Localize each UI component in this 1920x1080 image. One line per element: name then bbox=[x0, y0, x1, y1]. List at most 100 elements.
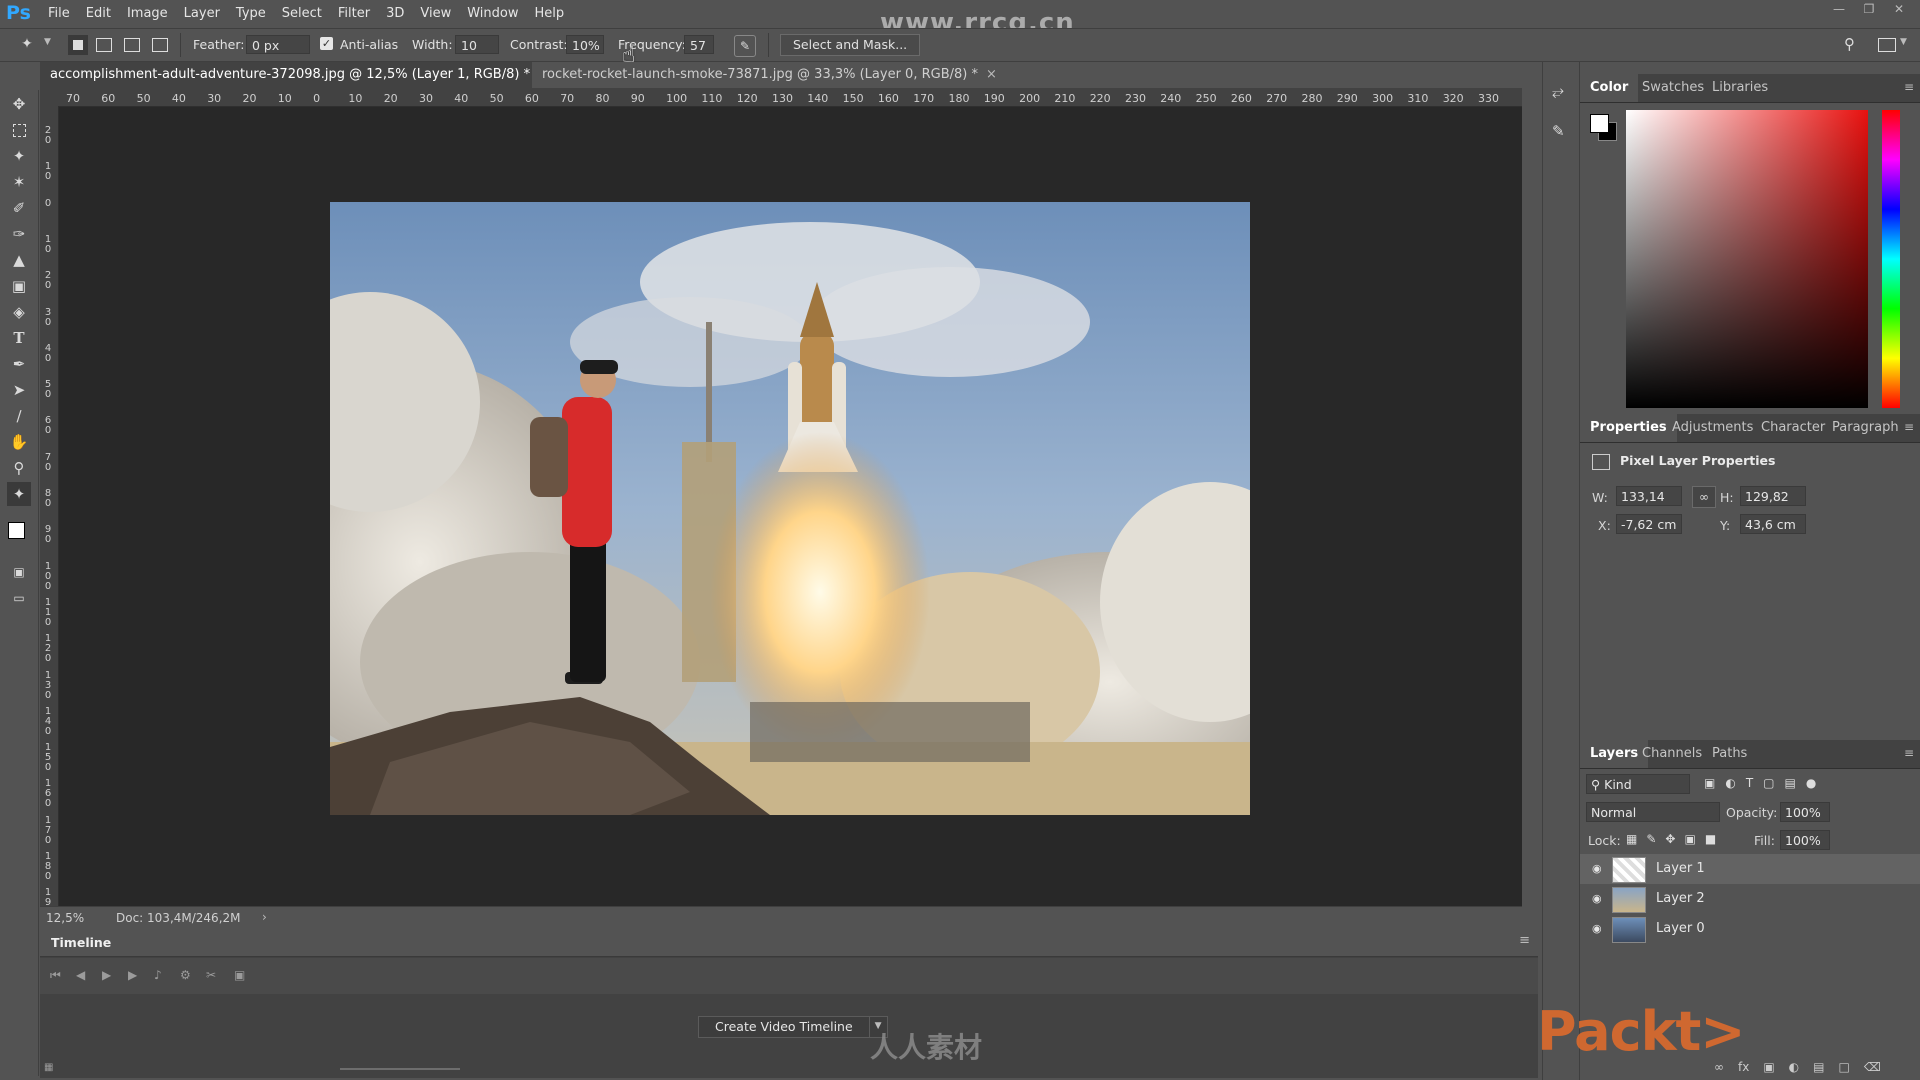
tab-adjustments[interactable]: Adjustments bbox=[1662, 414, 1763, 442]
zoom-slider[interactable] bbox=[340, 1068, 460, 1070]
screen-mode-icon[interactable]: ▭ bbox=[7, 586, 31, 610]
opacity-field[interactable]: 100% bbox=[1780, 802, 1830, 822]
layer-row[interactable]: ◉ Layer 0 bbox=[1580, 914, 1920, 944]
height-field[interactable]: 129,82 cm bbox=[1740, 486, 1806, 524]
close-icon[interactable]: ✕ bbox=[1884, 0, 1914, 20]
search-icon[interactable]: ⚲ bbox=[1844, 35, 1855, 53]
visibility-eye-icon[interactable]: ◉ bbox=[1592, 922, 1606, 936]
tab-document-1[interactable]: accomplishment-adult-adventure-372098.jp… bbox=[40, 62, 559, 88]
paint-bucket-tool-icon[interactable]: ◈ bbox=[7, 300, 31, 324]
contrast-field[interactable]: 10% bbox=[566, 35, 604, 54]
filter-toggle-icon[interactable]: ● bbox=[1806, 776, 1816, 790]
hand-tool-icon[interactable]: ✋ bbox=[7, 430, 31, 454]
marquee-tool-icon[interactable] bbox=[7, 118, 31, 142]
lock-transparent-icon[interactable]: ▦ bbox=[1626, 832, 1637, 846]
panel-menu-icon[interactable]: ≡ bbox=[1904, 746, 1914, 760]
stamp-tool-icon[interactable]: ▲ bbox=[7, 248, 31, 272]
history-icon[interactable]: ⥂ bbox=[1552, 82, 1564, 100]
line-tool-icon[interactable]: ∕ bbox=[7, 404, 31, 428]
width-field[interactable]: 133,14 cm bbox=[1616, 486, 1682, 524]
filter-pixel-icon[interactable]: ▣ bbox=[1704, 776, 1715, 790]
tab-paths[interactable]: Paths bbox=[1702, 740, 1757, 768]
status-menu-arrow[interactable]: › bbox=[262, 910, 267, 924]
first-frame-icon[interactable]: ⏮ bbox=[50, 968, 61, 983]
tab-paragraph[interactable]: Paragraph bbox=[1822, 414, 1909, 442]
eraser-tool-icon[interactable]: ▣ bbox=[7, 274, 31, 298]
split-scissors-icon[interactable]: ✂ bbox=[206, 968, 216, 982]
color-picker-field[interactable] bbox=[1626, 110, 1868, 408]
adjustment-layer-icon[interactable]: ◐ bbox=[1789, 1060, 1799, 1074]
minimize-icon[interactable]: — bbox=[1824, 0, 1854, 20]
path-selection-tool-icon[interactable]: ➤ bbox=[7, 378, 31, 402]
new-layer-icon[interactable]: □ bbox=[1839, 1060, 1850, 1074]
chevron-down-icon[interactable]: ▼ bbox=[1900, 37, 1907, 47]
type-tool-icon[interactable]: T bbox=[7, 326, 31, 350]
hue-slider[interactable] bbox=[1882, 110, 1900, 408]
menu-image[interactable]: Image bbox=[119, 6, 176, 21]
menu-view[interactable]: View bbox=[412, 6, 459, 21]
blend-mode-select[interactable]: Normal bbox=[1586, 802, 1720, 822]
feather-field[interactable]: 0 px bbox=[246, 35, 310, 54]
filter-adjustment-icon[interactable]: ◐ bbox=[1725, 776, 1735, 790]
frequency-field[interactable]: 57 bbox=[684, 35, 714, 54]
audio-icon[interactable]: ♪ bbox=[154, 968, 162, 982]
settings-gear-icon[interactable]: ⚙ bbox=[180, 968, 191, 982]
pen-tool-icon[interactable]: ✒ bbox=[7, 352, 31, 376]
lock-position-icon[interactable]: ✥ bbox=[1665, 832, 1675, 846]
lock-pixels-icon[interactable]: ✎ bbox=[1646, 832, 1656, 846]
play-icon[interactable]: ▶ bbox=[102, 968, 111, 982]
tab-document-2[interactable]: rocket-rocket-launch-smoke-73871.jpg @ 3… bbox=[532, 62, 1007, 88]
menu-window[interactable]: Window bbox=[459, 6, 526, 21]
width-field[interactable]: 10 px bbox=[455, 35, 499, 72]
menu-help[interactable]: Help bbox=[527, 6, 573, 21]
close-icon[interactable]: × bbox=[986, 67, 997, 82]
document-image[interactable] bbox=[330, 202, 1250, 815]
lasso-tool-icon[interactable]: ✦ bbox=[7, 144, 31, 168]
chevron-down-icon[interactable]: ▼ bbox=[44, 37, 51, 47]
move-tool-icon[interactable]: ✥ bbox=[7, 92, 31, 116]
delete-layer-icon[interactable]: ⌫ bbox=[1864, 1060, 1881, 1074]
tab-libraries[interactable]: Libraries bbox=[1702, 74, 1778, 102]
filter-smart-object-icon[interactable]: ▤ bbox=[1785, 776, 1796, 790]
tab-color[interactable]: Color bbox=[1580, 74, 1639, 102]
tab-channels[interactable]: Channels bbox=[1632, 740, 1712, 768]
menu-layer[interactable]: Layer bbox=[176, 6, 228, 21]
previous-frame-icon[interactable]: ◀ bbox=[76, 968, 85, 982]
stylus-pressure-icon[interactable]: ✎ bbox=[734, 35, 756, 57]
panel-menu-icon[interactable]: ≡ bbox=[1904, 80, 1914, 94]
eyedropper-tool-icon[interactable]: ✐ bbox=[7, 196, 31, 220]
link-icon[interactable]: ∞ bbox=[1692, 486, 1716, 508]
panel-menu-icon[interactable]: ≡ bbox=[1519, 933, 1530, 948]
antialias-checkbox[interactable]: ✓ bbox=[320, 37, 333, 50]
lock-artboard-icon[interactable]: ▣ bbox=[1684, 832, 1695, 846]
magnetic-lasso-icon[interactable]: ✦ bbox=[18, 35, 36, 53]
fill-field[interactable]: 100% bbox=[1780, 830, 1830, 850]
brush-tool-icon[interactable]: ✑ bbox=[7, 222, 31, 246]
create-video-timeline-button[interactable]: Create Video Timeline bbox=[698, 1016, 870, 1038]
workspace-icon[interactable] bbox=[1878, 38, 1896, 52]
color-foreground-swatch[interactable] bbox=[1590, 114, 1609, 133]
next-frame-icon[interactable]: ▶ bbox=[128, 968, 137, 982]
zoom-tool-icon[interactable]: ⚲ bbox=[7, 456, 31, 480]
menu-type[interactable]: Type bbox=[228, 6, 274, 21]
filter-type-icon[interactable]: T bbox=[1746, 776, 1753, 790]
visibility-eye-icon[interactable]: ◉ bbox=[1592, 892, 1606, 906]
menu-filter[interactable]: Filter bbox=[330, 6, 378, 21]
add-mask-icon[interactable]: ▣ bbox=[1763, 1060, 1774, 1074]
magnetic-lasso-tool-icon[interactable]: ✦ bbox=[7, 482, 31, 506]
restore-icon[interactable]: ❐ bbox=[1854, 0, 1884, 20]
menu-3d[interactable]: 3D bbox=[378, 6, 412, 21]
filter-shape-icon[interactable]: ▢ bbox=[1763, 776, 1774, 790]
new-group-icon[interactable]: ▤ bbox=[1813, 1060, 1824, 1074]
x-field[interactable]: -7,62 cm bbox=[1616, 514, 1682, 534]
menu-select[interactable]: Select bbox=[274, 6, 330, 21]
magic-wand-tool-icon[interactable]: ✶ bbox=[7, 170, 31, 194]
menu-edit[interactable]: Edit bbox=[78, 6, 119, 21]
layer-row[interactable]: ◉ Layer 1 bbox=[1580, 854, 1920, 884]
intersect-selection-icon[interactable] bbox=[152, 38, 168, 52]
frame-mode-icon[interactable]: ▦ bbox=[44, 1062, 53, 1073]
new-selection-icon[interactable] bbox=[68, 35, 88, 55]
select-and-mask-button[interactable]: Select and Mask... bbox=[780, 34, 921, 56]
zoom-level[interactable]: 12,5% bbox=[46, 911, 84, 925]
subtract-selection-icon[interactable] bbox=[124, 38, 140, 52]
